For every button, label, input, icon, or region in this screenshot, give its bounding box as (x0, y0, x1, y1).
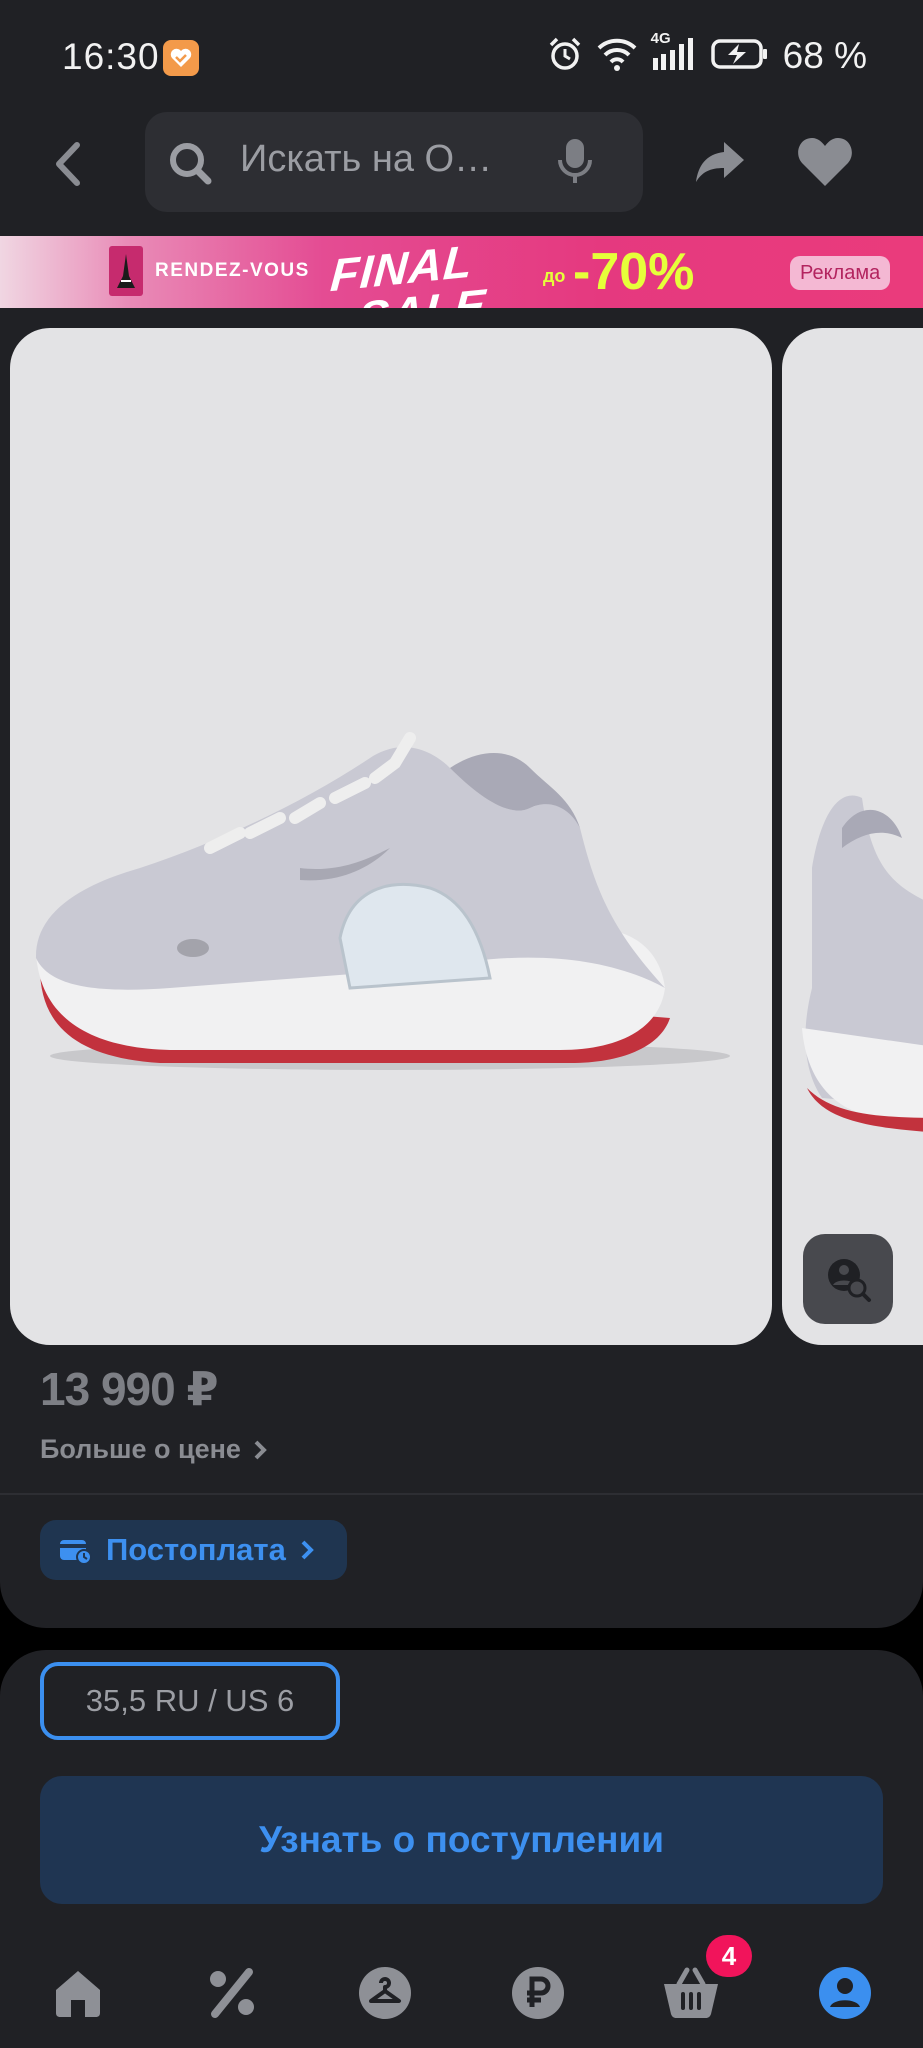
back-arrow-icon (56, 142, 80, 186)
battery-level: 68 % (782, 35, 867, 76)
hanger-icon (359, 1967, 411, 2019)
nav-discounts[interactable] (197, 1958, 267, 2028)
network-type: 4G (650, 29, 671, 47)
profile-icon (819, 1967, 871, 2019)
discount-icon (210, 1968, 254, 2018)
nav-profile[interactable] (810, 1958, 880, 2028)
ad-discount-prefix: до (543, 266, 566, 286)
wallet-icon (60, 1540, 92, 1565)
home-icon (56, 1971, 100, 2017)
image-search-icon (828, 1259, 871, 1302)
ruble-icon (512, 1967, 564, 2019)
size-option-selected[interactable]: 35,5 RU / US 6 (40, 1662, 340, 1740)
sneaker-heel-image (802, 795, 923, 1132)
product-price: 13 990 ₽ (40, 1363, 218, 1415)
search-icon (167, 140, 213, 191)
back-button[interactable] (44, 136, 92, 192)
share-button[interactable] (692, 134, 748, 190)
ad-label: Реклама (790, 256, 891, 290)
wifi-icon (597, 37, 637, 76)
product-photo-next[interactable] (782, 328, 923, 1345)
chevron-right-icon (301, 1540, 314, 1560)
ad-brand: RENDEZ-VOUS (155, 260, 310, 281)
heart-icon (798, 138, 852, 186)
image-search-button[interactable] (803, 1234, 893, 1324)
search-placeholder: Искать на O… (240, 138, 493, 180)
ad-headline: FINAL SALE (326, 236, 491, 308)
ad-banner[interactable]: RENDEZ-VOUS FINAL SALE до -70% Реклама (0, 236, 923, 308)
chevron-right-icon (254, 1440, 267, 1459)
product-photo-main[interactable] (10, 328, 772, 1345)
microphone-icon[interactable] (557, 136, 593, 191)
app-notification-icon (163, 40, 199, 76)
nav-wardrobe[interactable] (350, 1958, 420, 2028)
status-time: 16:30 (62, 36, 160, 77)
search-input[interactable]: Искать на O… (145, 112, 643, 212)
price-details-label: Больше о цене (40, 1434, 241, 1464)
nav-finance[interactable] (503, 1958, 573, 2028)
status-bar: 16:30 4G 68 % (0, 0, 923, 112)
sneaker-image (35, 732, 730, 1070)
divider (0, 1493, 923, 1495)
battery-charging-icon (710, 38, 769, 75)
product-card: 13 990 ₽ Больше о цене Постоплата (0, 308, 923, 1628)
postpay-label: Постоплата (106, 1532, 286, 1567)
search-header: Искать на O… (0, 112, 923, 236)
favorite-button[interactable] (796, 134, 854, 190)
share-icon (696, 142, 744, 182)
bottom-navigation (0, 1940, 923, 2048)
cart-badge: 4 (706, 1935, 752, 1977)
notify-availability-button[interactable]: Узнать о поступлении (40, 1776, 883, 1904)
nav-home[interactable] (43, 1958, 113, 2028)
cart-icon (664, 1967, 718, 2018)
status-icons: 4G 68 % (547, 30, 867, 78)
price-details-link[interactable]: Больше о цене (40, 1434, 267, 1465)
alarm-icon (547, 36, 583, 77)
signal-icon: 4G (651, 30, 697, 77)
postpay-button[interactable]: Постоплата (40, 1520, 347, 1580)
ad-discount: -70% (573, 243, 695, 301)
brand-logo (109, 246, 143, 296)
